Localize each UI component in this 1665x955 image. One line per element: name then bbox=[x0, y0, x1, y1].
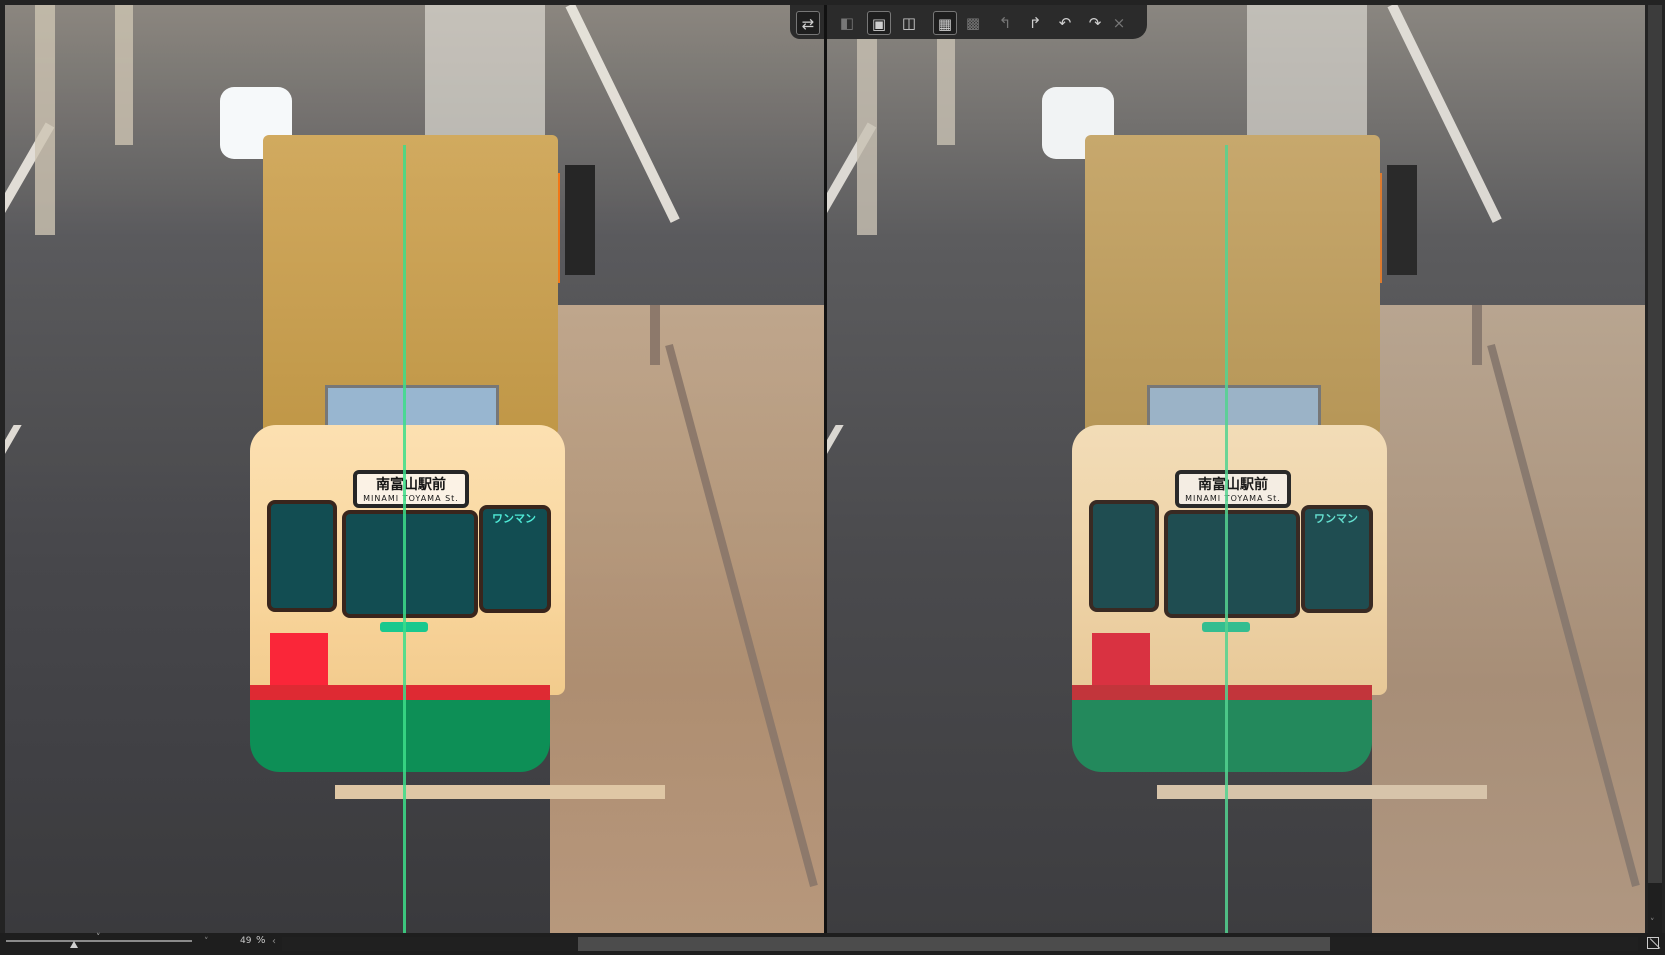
zoom-value[interactable]: 49 bbox=[240, 936, 251, 946]
tram-destination-sign-romaji: MINAMI TOYAMA St. bbox=[1185, 494, 1281, 503]
horizontal-scroll-thumb[interactable] bbox=[578, 937, 1330, 951]
view-split-icon[interactable]: ◫ bbox=[897, 11, 921, 35]
navigator-icon[interactable] bbox=[1647, 937, 1659, 949]
tram-destination-sign-romaji: MINAMI TOYAMA St. bbox=[363, 494, 459, 503]
after-image: 南富山駅前 MINAMI TOYAMA St. ワンマン bbox=[827, 5, 1645, 933]
right-toolbar: ◧ ▣ ◫ ▦ ▩ ↰ ↱ ↶ ↷ × bbox=[827, 5, 1147, 39]
tram-destination-sign: 南富山駅前 bbox=[376, 477, 446, 493]
before-image: 南富山駅前 MINAMI TOYAMA St. ワンマン bbox=[5, 5, 824, 933]
view-before-icon[interactable]: ◧ bbox=[835, 11, 859, 35]
copy-to-right-icon[interactable]: ↱ bbox=[1023, 11, 1047, 35]
tram-side-label: ワンマン bbox=[1314, 512, 1358, 525]
zoom-marker-icon: ˅ bbox=[96, 933, 101, 943]
view-single-icon[interactable]: ▣ bbox=[867, 11, 891, 35]
zoom-unit: % bbox=[256, 935, 266, 946]
view-compare-icon[interactable]: ▩ bbox=[961, 11, 985, 35]
zoom-dropdown-icon[interactable]: ˅ bbox=[204, 937, 209, 947]
copy-to-left-icon[interactable]: ↰ bbox=[993, 11, 1017, 35]
scroll-down-icon[interactable]: ˅ bbox=[1650, 918, 1655, 928]
scroll-left-icon[interactable]: ‹ bbox=[272, 936, 276, 947]
zoom-slider-handle[interactable] bbox=[70, 941, 78, 948]
vertical-scroll-thumb[interactable] bbox=[1648, 5, 1662, 883]
swap-icon[interactable]: ⇄ bbox=[796, 11, 820, 35]
view-side-by-side-icon[interactable]: ▦ bbox=[933, 11, 957, 35]
before-image-pane[interactable]: 南富山駅前 MINAMI TOYAMA St. ワンマン bbox=[5, 5, 824, 933]
undo-icon[interactable]: ↶ bbox=[1053, 11, 1077, 35]
left-toolbar: ⇄ bbox=[790, 5, 824, 39]
tram-side-label: ワンマン bbox=[492, 512, 536, 525]
redo-icon[interactable]: ↷ bbox=[1083, 11, 1107, 35]
tram-destination-sign: 南富山駅前 bbox=[1198, 477, 1268, 493]
after-image-pane[interactable]: 南富山駅前 MINAMI TOYAMA St. ワンマン bbox=[827, 5, 1645, 933]
close-icon[interactable]: × bbox=[1107, 11, 1131, 35]
